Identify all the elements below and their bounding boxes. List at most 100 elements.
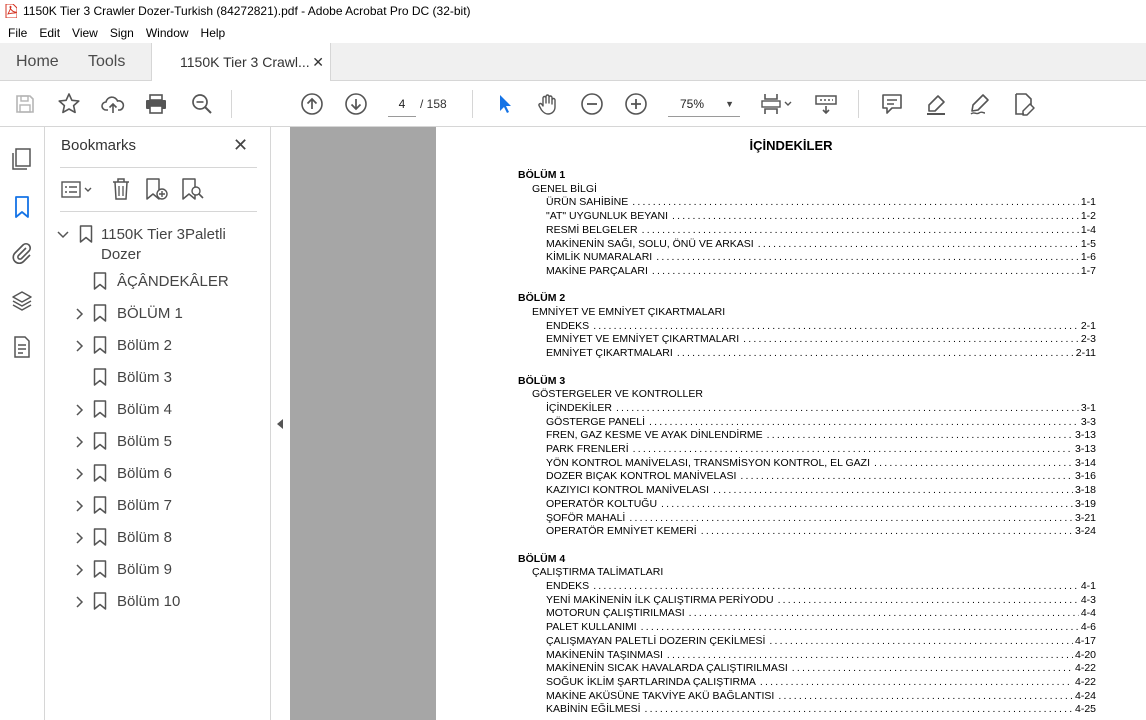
toc-entry[interactable]: MAKİNENİN TAŞINMASI.....................… (546, 649, 1096, 661)
toc-entry[interactable]: OPERATÖR KOLTUĞU........................… (546, 498, 1096, 510)
bookmark-bolum-7[interactable]: Bölüm 7 (117, 497, 172, 514)
tab-document[interactable]: 1150K Tier 3 Crawl... ✕ (151, 43, 331, 82)
toc-entry-title: KİMLİK NUMARALARI (546, 251, 653, 264)
toc-entry[interactable]: PALET KULLANIMI.........................… (546, 621, 1096, 633)
document-properties-icon[interactable] (10, 335, 34, 359)
toc-entry[interactable]: İÇİNDEKİLER.............................… (546, 402, 1096, 414)
toc-entry-page: 1-7 (1080, 264, 1096, 277)
attachment-icon[interactable] (10, 241, 34, 265)
toc-entry[interactable]: SOĞUK İKLİM ŞARTLARINDA ÇALIŞTIRMA......… (546, 676, 1096, 688)
toc-entry[interactable]: RESMİ BELGELER..........................… (546, 224, 1096, 236)
close-panel-icon[interactable]: ✕ (233, 135, 248, 156)
chevron-right-icon[interactable] (75, 436, 85, 451)
toc-entry[interactable]: KABİNİN EĞİLMESİ........................… (546, 703, 1096, 715)
toc-entry[interactable]: KAZIYICI KONTROL MANİVELASI.............… (546, 484, 1096, 496)
toc-entry-title: OPERATÖR KOLTUĞU (546, 497, 658, 510)
chevron-down-icon[interactable] (57, 229, 69, 243)
toc-entry[interactable]: ŞOFÖR MAHALİ............................… (546, 512, 1096, 524)
chevron-right-icon[interactable] (75, 308, 85, 323)
bookmark-icon (79, 225, 93, 248)
toc-entry[interactable]: MAKİNENİN SAĞI, SOLU, ÖNÜ VE ARKASI.....… (546, 238, 1096, 250)
toc-entry[interactable]: MAKİNE AKÜSÜNE TAKVİYE AKÜ BAĞLANTISI...… (546, 690, 1096, 702)
draw-sign-icon[interactable] (967, 81, 993, 127)
bookmark-contents[interactable]: ÂÇÂNDEKÂLER (117, 273, 229, 290)
toc-entry[interactable]: ENDEKS..................................… (546, 580, 1096, 592)
toc-entry[interactable]: MAKİNE PARÇALARI........................… (546, 265, 1096, 277)
upload-cloud-icon[interactable] (100, 81, 126, 127)
print-icon[interactable] (143, 81, 169, 127)
bookmark-panel-icon[interactable] (10, 195, 34, 219)
toc-entry[interactable]: YÖN KONTROL MANİVELASI, TRANSMİSYON KONT… (546, 457, 1096, 469)
close-tab-icon[interactable]: ✕ (312, 43, 324, 81)
bookmark-bolum-2[interactable]: Bölüm 2 (117, 337, 172, 354)
chevron-right-icon[interactable] (75, 468, 85, 483)
chevron-right-icon[interactable] (75, 340, 85, 355)
new-bookmark-icon[interactable] (144, 177, 170, 201)
page-thumbnails-icon[interactable] (10, 147, 34, 171)
tab-tools[interactable]: Tools (88, 43, 125, 81)
bookmark-bolum-8[interactable]: Bölüm 8 (117, 529, 172, 546)
select-cursor-icon[interactable] (492, 81, 518, 127)
save-icon[interactable] (12, 81, 38, 127)
toc-entry[interactable]: YENİ MAKİNENİN İLK ÇALIŞTIRMA PERİYODU..… (546, 594, 1096, 606)
toc-entry[interactable]: EMNİYET ÇIKARTMALARI....................… (546, 347, 1096, 359)
bookmark-bolum-3[interactable]: Bölüm 3 (117, 369, 172, 386)
zoom-search-icon[interactable] (189, 81, 215, 127)
comment-icon[interactable] (879, 81, 905, 127)
bookmark-root[interactable]: 1150K Tier 3Paletli Dozer (101, 226, 226, 263)
bookmark-bolum-5[interactable]: Bölüm 5 (117, 433, 172, 450)
toc-entry[interactable]: OPERATÖR EMNİYET KEMERİ.................… (546, 525, 1096, 537)
zoom-level-dropdown[interactable]: 75% ▼ (668, 91, 740, 117)
next-page-icon[interactable] (343, 81, 369, 127)
toc-entry[interactable]: EMNİYET VE EMNİYET ÇIKARTMALARI.........… (546, 333, 1096, 345)
page-number-input[interactable]: 4 (388, 91, 416, 117)
highlight-pen-icon[interactable] (923, 81, 949, 127)
menu-sign[interactable]: Sign (110, 26, 134, 40)
chevron-right-icon[interactable] (75, 596, 85, 611)
find-bookmark-icon[interactable] (180, 177, 206, 201)
menu-edit[interactable]: Edit (39, 26, 60, 40)
chevron-right-icon[interactable] (75, 564, 85, 579)
scroll-mode-icon[interactable] (813, 81, 839, 127)
toc-entry[interactable]: ÇALIŞMAYAN PALETLİ DOZERIN ÇEKİLMESİ....… (546, 635, 1096, 647)
bookmark-bolum-10[interactable]: Bölüm 10 (117, 593, 180, 610)
toc-entry-page: 4-20 (1074, 648, 1096, 661)
toc-entry[interactable]: ÜRÜN SAHİBİNE...........................… (546, 196, 1096, 208)
toc-entry-title: ŞOFÖR MAHALİ (546, 511, 626, 524)
chevron-right-icon[interactable] (75, 532, 85, 547)
toc-entry[interactable]: FREN, GAZ KESME VE AYAK DİNLENDİRME.....… (546, 429, 1096, 441)
bookmark-bolum-9[interactable]: Bölüm 9 (117, 561, 172, 578)
toc-entry[interactable]: "AT" UYGUNLUK BEYANI....................… (546, 210, 1096, 222)
toc-entry[interactable]: KİMLİK NUMARALARI.......................… (546, 251, 1096, 263)
menu-help[interactable]: Help (201, 26, 226, 40)
bookmark-options-icon[interactable] (60, 179, 96, 201)
chevron-right-icon[interactable] (75, 404, 85, 419)
chevron-right-icon[interactable] (75, 500, 85, 515)
toc-entry[interactable]: MOTORUN ÇALIŞTIRILMASI..................… (546, 607, 1096, 619)
star-icon[interactable] (56, 81, 82, 127)
toc-entry[interactable]: MAKİNENİN SICAK HAVALARDA ÇALIŞTIRILMASI… (546, 662, 1096, 674)
menu-file[interactable]: File (8, 26, 27, 40)
document-viewer[interactable]: İÇİNDEKİLER BÖLÜM 1 GENEL BİLGİ ÜRÜN SAHİB… (290, 127, 1146, 720)
menu-view[interactable]: View (72, 26, 98, 40)
bookmark-bolum-6[interactable]: Bölüm 6 (117, 465, 172, 482)
section-subheading: GÖSTERGELER VE KONTROLLER (532, 388, 703, 401)
bookmark-bolum-1[interactable]: BÖLÜM 1 (117, 305, 183, 322)
toc-entry[interactable]: ENDEKS..................................… (546, 320, 1096, 332)
layers-icon[interactable] (10, 289, 34, 313)
panel-collapse-handle[interactable] (271, 127, 290, 720)
tab-home[interactable]: Home (16, 43, 59, 81)
previous-page-icon[interactable] (299, 81, 325, 127)
delete-bookmark-icon[interactable] (110, 177, 132, 201)
fill-sign-icon[interactable] (1011, 81, 1037, 127)
toc-entry[interactable]: GÖSTERGE PANELİ.........................… (546, 416, 1096, 428)
toc-entry-page: 3-14 (1074, 456, 1096, 469)
zoom-in-icon[interactable] (623, 81, 649, 127)
toc-entry[interactable]: PARK FRENLERİ...........................… (546, 443, 1096, 455)
menu-window[interactable]: Window (146, 26, 189, 40)
toc-entry[interactable]: DOZER BIÇAK KONTROL MANİVELASI..........… (546, 470, 1096, 482)
zoom-out-icon[interactable] (579, 81, 605, 127)
bookmark-bolum-4[interactable]: Bölüm 4 (117, 401, 172, 418)
hand-tool-icon[interactable] (535, 81, 561, 127)
page-layout-icon[interactable] (758, 81, 794, 127)
